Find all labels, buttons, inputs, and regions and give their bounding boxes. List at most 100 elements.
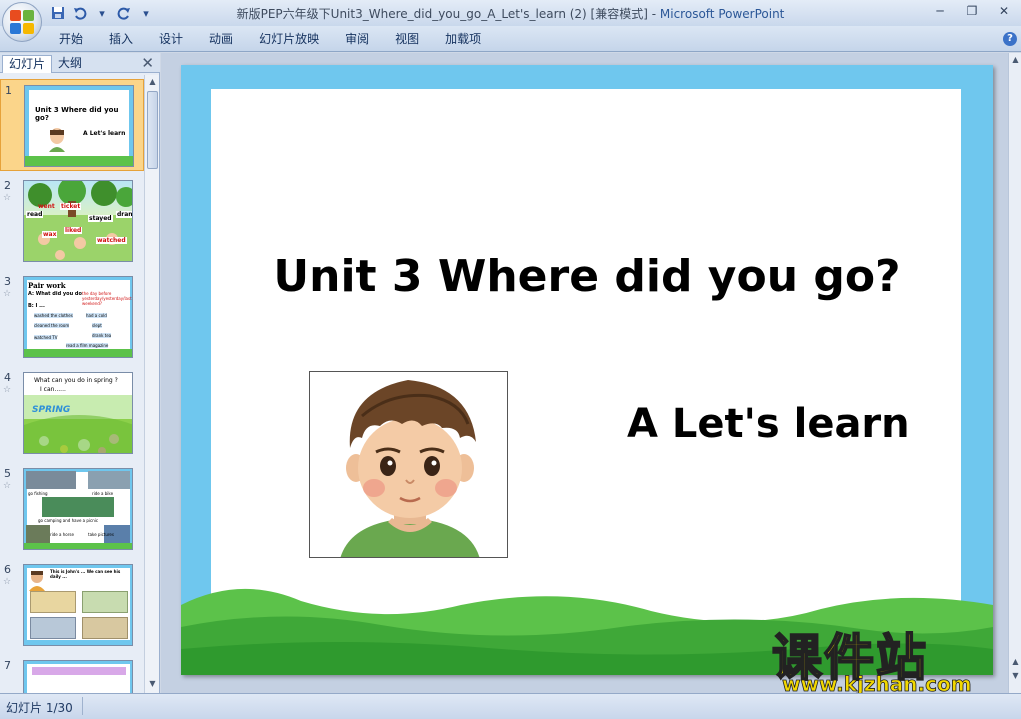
slides-panel: 幻灯片 大纲 ✕ 1 Unit 3 Where did you go? A Le… — [0, 53, 160, 693]
scrollbar-thumb[interactable] — [147, 91, 158, 169]
thumbnail-word: ticket — [60, 203, 82, 210]
tab-outline[interactable]: 大纲 — [52, 55, 88, 73]
thumbnail-text: go fishing — [28, 491, 48, 496]
tab-slideshow[interactable]: 幻灯片放映 — [246, 26, 332, 52]
tab-view[interactable]: 视图 — [382, 26, 432, 52]
thumbnail-text: ride a horse — [50, 532, 74, 537]
thumbnail-slide-6[interactable]: This is John's ... We can see his daily … — [23, 564, 133, 646]
thumbnail-text: go camping and have a picnic — [38, 518, 99, 523]
thumbnail-number: 2 — [4, 179, 11, 192]
tab-slides[interactable]: 幻灯片 — [2, 55, 53, 73]
thumbnail-word: stayed — [88, 215, 113, 222]
thumbnail-text: watched TV — [34, 335, 58, 340]
animation-star-icon: ☆ — [3, 385, 12, 395]
thumbnail-slide-1[interactable]: Unit 3 Where did you go? A Let's learn — [24, 85, 134, 167]
thumbnail-row-6[interactable]: 6 ☆ This is John's ... We can see his da… — [0, 559, 144, 651]
animation-star-icon: ☆ — [3, 289, 12, 299]
ribbon: 开始 插入 设计 动画 幻灯片放映 审阅 视图 加载项 ? — [0, 26, 1021, 52]
previous-slide-icon[interactable]: ▲ — [1010, 657, 1021, 669]
boy-icon — [29, 571, 45, 591]
thumbnail-number: 4 — [4, 371, 11, 384]
thumbnail-text: washed the clothes — [34, 313, 73, 318]
tab-design[interactable]: 设计 — [146, 26, 196, 52]
thumbnail-row-3[interactable]: 3 ☆ Pair work A: What did you do the day… — [0, 271, 144, 363]
close-icon[interactable]: ✕ — [993, 2, 1015, 20]
thumbnail-slide-2[interactable]: read ticket stayed dran liked wax watche… — [23, 180, 133, 262]
thumbnail-text: had a cold — [86, 313, 107, 318]
restore-icon[interactable]: ❐ — [961, 2, 983, 20]
tab-animations[interactable]: 动画 — [196, 26, 246, 52]
document-title: 新版PEP六年级下Unit3_Where_did_you_go_A_Let's_… — [236, 7, 660, 21]
thumbnail-row-1[interactable]: 1 Unit 3 Where did you go? A Let's learn — [0, 79, 144, 171]
boy-icon — [49, 128, 65, 152]
thumbnail-text: take pictures — [88, 532, 114, 537]
thumbnail-scrollbar[interactable]: ▲ ▼ — [144, 75, 159, 693]
thumbnail-title: Unit 3 Where did you go? — [35, 106, 119, 122]
animation-star-icon: ☆ — [3, 193, 12, 203]
tab-review[interactable]: 审阅 — [332, 26, 382, 52]
thumbnail-row-7[interactable]: 7 — [0, 655, 144, 693]
animation-star-icon: ☆ — [3, 577, 12, 587]
ribbon-tabs: 开始 插入 设计 动画 幻灯片放映 审阅 视图 加载项 — [46, 26, 494, 52]
tab-addins[interactable]: 加载项 — [432, 26, 494, 52]
thumbnail-number: 3 — [4, 275, 11, 288]
thumbnail-row-2[interactable]: 2 ☆ read ticket stayed dran liked wax wa… — [0, 175, 144, 267]
thumbnail-word: went — [38, 203, 55, 210]
tab-insert[interactable]: 插入 — [96, 26, 146, 52]
thumbnail-number: 5 — [4, 467, 11, 480]
thumbnail-text: the day before yesterday/yesterday/last … — [82, 291, 132, 306]
thumbnail-text: read a film magazine — [66, 343, 109, 348]
panel-close-icon[interactable]: ✕ — [141, 54, 154, 72]
thumbnail-row-5[interactable]: 5 ☆ go fishing ride a bike go camping an… — [0, 463, 144, 555]
thumbnail-word: watched — [96, 237, 127, 244]
slide-editor: Unit 3 Where did you go? A Let's learn — [161, 53, 1008, 693]
title-bar: ▾ ▾ 新版PEP六年级下Unit3_Where_did_you_go_A_Le… — [0, 0, 1021, 42]
thumbnail-word: wax — [42, 231, 58, 238]
editor-scrollbar[interactable]: ▲ ▲ ▼ — [1008, 53, 1021, 693]
thumbnail-subtitle: A Let's learn — [83, 130, 126, 137]
thumbnail-number: 1 — [5, 84, 12, 97]
thumbnail-word: liked — [64, 227, 83, 234]
thumbnail-row-4[interactable]: 4 ☆ What can you do in spring ? I can...… — [0, 367, 144, 459]
thumbnail-slide-7[interactable] — [23, 660, 133, 693]
animation-star-icon: ☆ — [3, 481, 12, 491]
scroll-up-icon[interactable]: ▲ — [147, 77, 158, 89]
thumbnail-text: This is John's ... We can see his daily … — [50, 569, 121, 579]
office-logo-icon — [10, 10, 34, 34]
thumbnail-slide-4[interactable]: What can you do in spring ? I can...... … — [23, 372, 133, 454]
thumbnail-slide-3[interactable]: Pair work A: What did you do the day bef… — [23, 276, 133, 358]
window-title: 新版PEP六年级下Unit3_Where_did_you_go_A_Let's_… — [0, 5, 1021, 22]
window-controls: ─ ❐ ✕ — [929, 2, 1015, 20]
thumbnail-number: 7 — [4, 659, 11, 672]
thumbnail-slide-5[interactable]: go fishing ride a bike go camping and ha… — [23, 468, 133, 550]
boy-picture[interactable] — [309, 371, 508, 558]
current-slide[interactable]: Unit 3 Where did you go? A Let's learn — [181, 65, 993, 675]
minimize-icon[interactable]: ─ — [929, 2, 951, 20]
status-bar: 幻灯片 1/30 — [0, 693, 1021, 719]
scroll-up-icon[interactable]: ▲ — [1010, 55, 1021, 67]
panel-tabs: 幻灯片 大纲 ✕ — [0, 53, 160, 73]
spring-sign: SPRING — [32, 405, 71, 415]
thumbnail-text: I can...... — [40, 386, 66, 393]
next-slide-icon[interactable]: ▼ — [1010, 671, 1021, 683]
tree-illustration — [28, 181, 132, 260]
tab-home[interactable]: 开始 — [46, 26, 96, 52]
help-icon[interactable]: ? — [1003, 32, 1017, 46]
thumbnail-text: cleaned the room — [34, 323, 70, 328]
thumbnail-text: drank tea — [92, 333, 112, 338]
office-button[interactable] — [2, 2, 42, 42]
status-divider — [82, 697, 83, 715]
thumbnail-word: read — [26, 211, 44, 218]
thumbnail-word: dran — [116, 211, 133, 218]
thumbnail-text: A: What did you do — [28, 291, 82, 297]
slide-title[interactable]: Unit 3 Where did you go? — [181, 251, 993, 302]
thumbnail-list: 1 Unit 3 Where did you go? A Let's learn… — [0, 75, 144, 693]
thumbnail-text: ride a bike — [92, 491, 114, 496]
app-name: Microsoft PowerPoint — [659, 7, 785, 21]
boy-portrait-icon — [340, 380, 480, 557]
slide-counter: 幻灯片 1/30 — [6, 701, 73, 715]
thumbnail-text: slept — [92, 323, 102, 328]
thumbnail-title: Pair work — [28, 281, 66, 290]
scroll-down-icon[interactable]: ▼ — [147, 679, 158, 691]
slide-subtitle[interactable]: A Let's learn — [627, 401, 910, 447]
